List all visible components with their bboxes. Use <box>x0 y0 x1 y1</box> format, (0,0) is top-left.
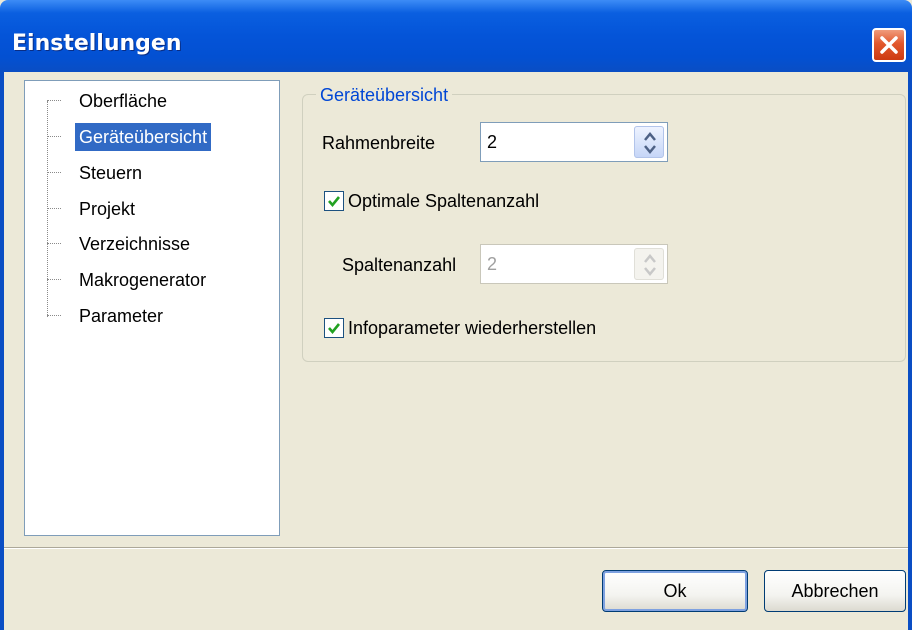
tree-item-geraeteuebersicht[interactable]: Geräteübersicht <box>25 123 275 151</box>
group-title: Geräteübersicht <box>316 83 453 107</box>
tree-item-label: Steuern <box>79 163 143 183</box>
window-title: Einstellungen <box>12 31 182 56</box>
restore-info-checkbox-row[interactable]: Infoparameter wiederherstellen <box>324 315 684 341</box>
column-count-spinner[interactable]: 2 <box>480 244 668 284</box>
frame-width-label: Rahmenbreite <box>322 133 436 153</box>
spin-arrows-icon <box>644 132 656 154</box>
tree-item-steuern[interactable]: Steuern <box>25 159 275 187</box>
tree-item-verzeichnisse[interactable]: Verzeichnisse <box>25 230 275 258</box>
tree-branch <box>47 172 61 173</box>
cancel-button[interactable]: Abbrechen <box>764 570 906 612</box>
column-count-spin-buttons[interactable] <box>634 248 664 280</box>
frame-width-value[interactable]: 2 <box>487 123 497 161</box>
close-icon <box>880 36 898 54</box>
title-bar[interactable]: Einstellungen <box>0 0 912 72</box>
tree-item-label: Makrogenerator <box>79 270 207 290</box>
tree-item-makrogenerator[interactable]: Makrogenerator <box>25 266 275 294</box>
tree-item-label: Parameter <box>79 306 164 326</box>
ok-button[interactable]: Ok <box>602 570 748 612</box>
checkmark-icon <box>328 323 341 335</box>
tree-branch <box>47 315 61 316</box>
optimal-columns-checkbox-row[interactable]: Optimale Spaltenanzahl <box>324 188 624 214</box>
tree-branch <box>47 243 61 244</box>
tree-item-projekt[interactable]: Projekt <box>25 195 275 223</box>
button-separator <box>4 547 908 549</box>
checkmark-icon <box>328 196 341 208</box>
tree-branch <box>47 279 61 280</box>
frame-width-spin-buttons[interactable] <box>634 126 664 158</box>
arrow-up-icon <box>644 132 656 141</box>
arrow-down-icon <box>644 267 656 276</box>
tree-item-label: Geräteübersicht <box>75 123 212 151</box>
restore-info-checkbox[interactable] <box>324 318 344 338</box>
window-frame-right <box>908 72 912 630</box>
tree-item-oberflaeche[interactable]: Oberfläche <box>25 87 275 115</box>
tree-branch <box>47 100 61 101</box>
settings-dialog: Einstellungen Oberfläche Geräteübersicht… <box>0 0 912 630</box>
column-count-value[interactable]: 2 <box>487 245 497 283</box>
tree-branch <box>47 136 61 137</box>
column-count-label: Spaltenanzahl <box>342 255 457 275</box>
tree-item-label: Oberfläche <box>79 91 168 111</box>
tree-item-label: Verzeichnisse <box>79 234 191 254</box>
arrow-up-icon <box>644 254 656 263</box>
optimal-columns-label: Optimale Spaltenanzahl <box>348 191 540 211</box>
spin-arrows-icon <box>644 254 656 276</box>
category-tree[interactable]: Oberfläche Geräteübersicht Steuern Proje… <box>24 80 280 536</box>
tree-branch <box>47 208 61 209</box>
restore-info-label: Infoparameter wiederherstellen <box>348 318 597 338</box>
tree-item-parameter[interactable]: Parameter <box>25 302 275 330</box>
frame-width-spinner[interactable]: 2 <box>480 122 668 162</box>
arrow-down-icon <box>644 145 656 154</box>
optimal-columns-checkbox[interactable] <box>324 191 344 211</box>
tree-item-label: Projekt <box>79 199 136 219</box>
close-button[interactable] <box>872 28 906 62</box>
